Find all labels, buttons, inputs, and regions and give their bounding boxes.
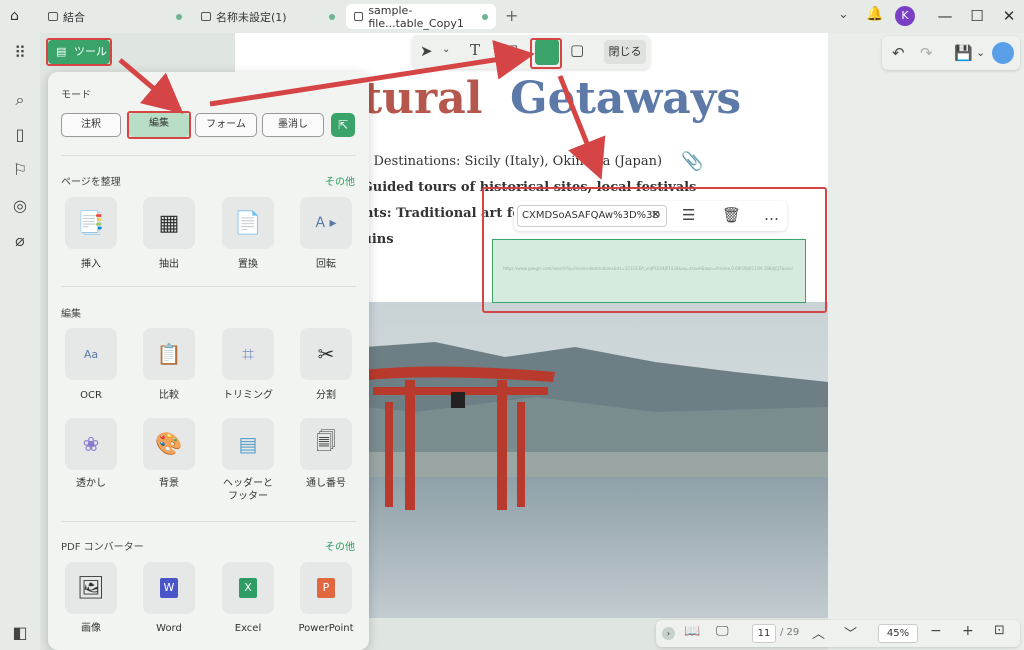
arrow	[118, 58, 184, 114]
arrow	[209, 40, 535, 107]
arrow	[557, 75, 606, 180]
annotation-arrows	[118, 40, 606, 180]
